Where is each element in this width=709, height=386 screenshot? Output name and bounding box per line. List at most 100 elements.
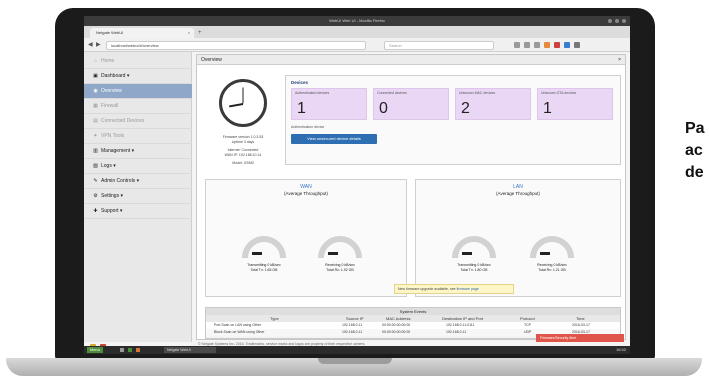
back-icon[interactable]: ◀ [88,41,93,49]
terminal-icon[interactable] [128,348,132,352]
window-title: WebUI Web UI - Mozilla Firefox [329,18,385,23]
table-cell: Block Scan on WAN using Other [214,330,265,334]
wan-subtitle: (Average Throughput) [284,191,328,196]
table-cell: 00:00:00:00:00:00 [382,323,411,327]
browser-icon[interactable] [136,348,140,352]
clock-minute-hand [242,87,244,104]
sidebar-item-label: Overview [101,88,122,94]
lan-title[interactable]: LAN [416,184,620,190]
sidebar-item-vpn[interactable]: ✦ VPN Tools [84,129,192,144]
browser-tab[interactable]: Netgate WebUI × [90,28,194,38]
device-card[interactable]: Connected devices 0 [373,88,449,120]
download-icon[interactable] [524,42,530,48]
menu-icon[interactable] [574,42,580,48]
events-header-cell: Time [576,316,585,321]
search-field[interactable]: Search [384,41,494,50]
device-card-value: 2 [461,100,470,117]
sidebar-item-management[interactable]: ▥ Management ▾ [84,144,192,159]
panel-close-icon[interactable]: × [618,55,621,65]
events-title: System Events [206,308,620,315]
sidebar-item-label: VPN Tools [101,133,125,139]
clock-info-line: Uptime 3 days [231,140,255,144]
table-cell: UDP [524,330,532,334]
sidebar-item-label: Home [101,58,115,64]
device-card-label: Authenticated devices [295,91,330,95]
lan-tx-label: Transmitting 0 kB/sec Total Tx: 1.80 GB [444,263,504,273]
bookmark-icon[interactable] [514,42,520,48]
tab-close-icon[interactable]: × [188,28,190,38]
sidebar-item-support[interactable]: ✚ Support ▾ [84,204,192,219]
maximize-icon[interactable] [615,19,619,23]
sidebar-item-logs[interactable]: ▧ Logs ▾ [84,159,192,174]
wan-tx-gauge [242,236,286,258]
unauth-label: Authentication device [291,125,325,129]
table-row[interactable]: Port Scan on LAN using Other 192.168.0.1… [206,322,620,329]
tab-title: Netgate WebUI [96,30,124,35]
sidebar-item-dashboard[interactable]: ▣ Dashboard ▾ [84,69,192,84]
events-header-cell: Source IP [346,316,364,321]
sidebar-item-firewall[interactable]: ▦ Firewall [84,99,192,114]
start-menu-button[interactable]: Menu [87,347,104,353]
alert-notice[interactable]: Firmware/Security Alert [536,334,624,342]
sidebar-item-overview[interactable]: ◉ Overview [84,84,192,99]
device-card[interactable]: Unknown MAC devices 2 [455,88,531,120]
logs-icon: ▧ [93,163,98,169]
sidebar-item-admin[interactable]: ✎ Admin Controls ▾ [84,174,192,189]
settings-icon: ⚙ [93,193,98,199]
caption-line: ac [685,142,703,159]
lan-throughput-box: LAN (Average Throughput) Transmitting 0 … [415,179,621,297]
wan-tx-label: Transmitting 0 kB/sec Total Tx: 1.65 GB [234,263,294,273]
sync-icon[interactable] [564,42,570,48]
laptop-screen: WebUI Web UI - Mozilla Firefox Netgate W… [84,16,630,354]
sidebar-item-label: Admin Controls ▾ [101,178,140,184]
firewall-icon: ▦ [93,103,98,109]
table-cell: 192.168.0.11 [342,323,363,327]
address-bar[interactable]: localhost/webui/#/overview [106,41,366,50]
wan-title[interactable]: WAN [206,184,406,190]
support-icon: ✚ [93,208,98,214]
firmware-notice: New firmware upgrade available, see firm… [394,284,514,294]
gauge-needle [462,252,472,255]
panel-title: Overview [201,57,222,63]
addon-icon[interactable] [554,42,560,48]
clock-info-line: WAN IP: 192.168.10.14 [224,153,262,157]
sidebar: ⌂ Home ▣ Dashboard ▾ ◉ Overview ▦ Firewall ▤… [84,52,192,350]
extension-icon[interactable] [544,42,550,48]
close-icon[interactable] [622,19,626,23]
navigation-bar: ◀ ▶ localhost/webui/#/overview Search [84,38,630,52]
firmware-page-link[interactable]: firmware page [457,287,479,291]
lan-rx-gauge [530,236,574,258]
clock-hour-hand [229,103,244,108]
wan-throughput-box: WAN (Average Throughput) Transmitting 0 … [205,179,407,297]
management-icon: ▥ [93,148,98,154]
firmware-notice-text: New firmware upgrade available, see [398,287,456,291]
device-card-label: Connected devices [377,91,407,95]
minimize-icon[interactable] [608,19,612,23]
os-taskbar: Menu Netgate WebUI 16:52 [84,346,630,354]
files-icon[interactable] [120,348,124,352]
sidebar-item-home[interactable]: ⌂ Home [84,54,192,69]
taskbar-task[interactable]: Netgate WebUI [164,347,216,353]
new-tab-button[interactable]: + [198,28,202,38]
devices-box: Devices Authenticated devices 1 Connecte… [285,75,621,165]
device-card[interactable]: Authenticated devices 1 [291,88,367,120]
sidebar-item-settings[interactable]: ⚙ Settings ▾ [84,189,192,204]
sidebar-item-label: Firewall [101,103,119,109]
wan-rx-label: Receiving 0 kB/sec Total Rx: 1.92 GB [310,263,370,273]
lan-rx-label: Receiving 0 kB/sec Total Rx: 1.21 GB [522,263,582,273]
view-unsecured-devices-button[interactable]: View unsecured device details [291,134,377,144]
gauge-needle [252,252,262,255]
dashboard-icon: ▣ [93,73,98,79]
lan-subtitle: (Average Throughput) [496,191,540,196]
home-toolbar-icon[interactable] [534,42,540,48]
device-card-value: 1 [297,100,306,117]
device-card[interactable]: Unknown OTA devices 1 [537,88,613,120]
devices-icon: ▤ [93,118,98,124]
sidebar-item-label: Settings ▾ [101,193,123,199]
taskbar-clock: 16:52 [615,347,626,352]
sidebar-item-devices[interactable]: ▤ Connected Devices [84,114,192,129]
laptop-notch [318,358,392,364]
caption-line: de [685,164,704,181]
forward-icon[interactable]: ▶ [96,41,101,49]
admin-icon: ✎ [93,178,98,184]
